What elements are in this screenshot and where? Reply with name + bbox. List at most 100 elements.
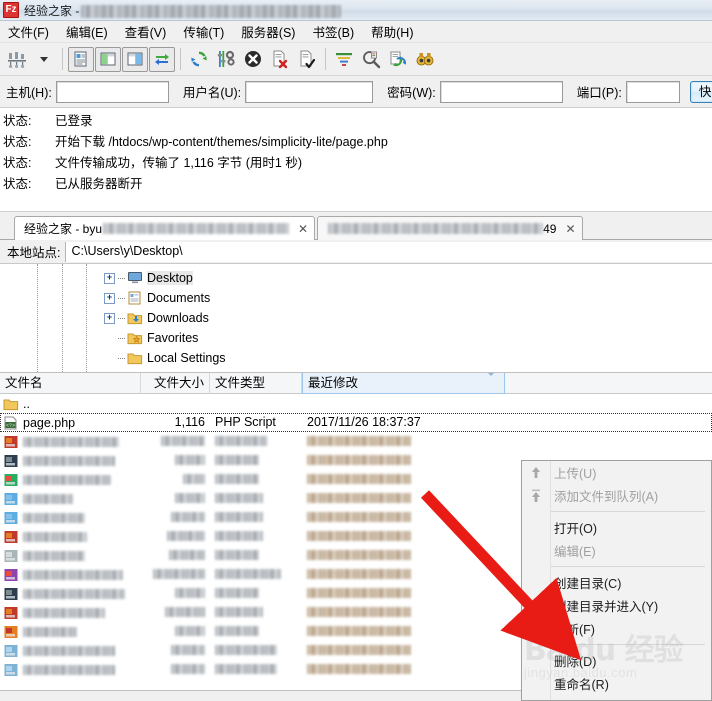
ctx-create-directory[interactable]: 创建目录(C) [522,571,711,594]
ctx-open[interactable]: 打开(O) [522,516,711,539]
username-input[interactable] [245,80,374,103]
filter-icon[interactable] [331,46,357,72]
tree-item-label: Documents [147,291,211,305]
file-name-masked [23,550,85,561]
host-input[interactable] [55,80,169,103]
directory-compare-icon[interactable] [358,46,384,72]
menu-transfer[interactable]: 传输(T) [183,22,224,41]
file-type [210,584,302,603]
file-size [141,622,210,641]
dropdown-caret-icon[interactable] [31,46,57,72]
ctx-create-and-enter[interactable]: 创建目录并进入(Y) [522,594,711,617]
quick-connect-button[interactable]: 快速连接(Q) [689,80,712,103]
ctx-edit[interactable]: 编辑(E) [522,539,711,562]
local-directory-tree[interactable]: + Desktop + Documents + Downloads Favori… [0,264,712,373]
file-name: page.php [23,415,76,430]
tree-item-desktop[interactable]: + Desktop [0,268,712,288]
toggle-remote-tree-icon[interactable] [122,46,148,72]
table-row[interactable] [0,432,712,451]
file-size [141,565,210,584]
ctx-rename[interactable]: 重命名(R) [522,672,711,695]
tab-site-2[interactable]: 49 ✕ [317,216,583,240]
file-modified-masked [307,645,411,655]
ctx-add-to-queue[interactable]: 添加文件到队列(A) [522,484,711,507]
menu-help[interactable]: 帮助(H) [371,22,413,41]
column-filetype[interactable]: 文件类型 [210,372,302,394]
local-site-path[interactable]: C:\Users\y\Desktop\ [65,241,712,262]
file-size [141,470,210,489]
tab-close-icon[interactable]: ✕ [565,223,575,235]
tree-connector [118,317,125,319]
file-type-masked [215,436,267,446]
transfer-settings-icon[interactable] [213,46,239,72]
context-menu[interactable]: 上传(U) 添加文件到队列(A) 打开(O) 编辑(E) 创建目录(C) 创建目… [521,460,712,701]
ctx-refresh-label: 刷新(F) [554,623,595,637]
column-lastmodified-label: 最近修改 [308,375,359,390]
context-menu-separator [530,511,705,512]
file-type [210,451,302,470]
column-lastmodified[interactable]: 最近修改 [302,372,505,394]
file-type [210,546,302,565]
menu-file[interactable]: 文件(F) [8,22,49,41]
column-filesize[interactable]: 文件大小 [141,372,210,394]
table-row[interactable]: <?> page.php 1,116 PHP Script 2017/11/26… [0,413,712,432]
site-manager-icon[interactable] [4,46,30,72]
tree-item-downloads[interactable]: + Downloads [0,308,712,328]
tree-connector [118,297,125,299]
zip-file-icon [4,568,18,581]
toggle-transfer-queue-icon[interactable] [149,46,175,72]
menu-bookmarks[interactable]: 书签(B) [312,22,354,41]
file-name-masked [23,569,123,580]
menu-view[interactable]: 查看(V) [125,22,167,41]
file-type-masked [215,493,263,503]
port-label: 端口(P): [576,86,622,100]
cancel-icon[interactable] [240,46,266,72]
file-modified: 2017/11/26 18:37:37 [307,415,421,429]
expand-plus-icon[interactable]: + [104,272,115,284]
tab-close-icon[interactable]: ✕ [298,223,308,235]
log-status-label: 状态: [3,156,32,170]
ctx-delete[interactable]: 删除(D) [522,649,711,672]
file-size [141,527,210,546]
file-name-cell [0,508,141,527]
title-bar: Fz 经验之家 - [0,0,712,21]
file-modified-masked [307,455,411,465]
sync-browsing-icon[interactable] [385,46,411,72]
ctx-refresh[interactable]: 刷新(F) [522,617,711,640]
shortcut-icon [4,454,18,467]
file-type-masked [215,474,259,484]
toolbar-separator [62,48,63,70]
reconnect-icon[interactable] [294,46,320,72]
disconnect-icon[interactable] [267,46,293,72]
file-list-header: 文件名 文件大小 文件类型 最近修改 [0,372,712,394]
ctx-create-directory-label: 创建目录(C) [554,577,622,591]
file-size [141,584,210,603]
file-name-cell [0,603,141,622]
file-name-cell [0,470,141,489]
table-row-parent[interactable]: .. [0,394,712,413]
toggle-message-log-icon[interactable] [68,46,94,72]
port-input[interactable] [625,80,680,103]
file-type [210,641,302,660]
refresh-icon[interactable] [186,46,212,72]
file-modified [302,508,505,527]
password-input[interactable] [439,80,563,103]
tree-item-local-settings[interactable]: + Local Settings [0,348,712,368]
find-files-icon[interactable] [412,46,438,72]
toggle-local-tree-icon[interactable] [95,46,121,72]
file-type-masked [215,512,263,522]
expand-plus-icon[interactable]: + [104,292,115,304]
ctx-upload[interactable]: 上传(U) [522,461,711,484]
jpg-file-icon [4,511,18,524]
tree-item-documents[interactable]: + Documents [0,288,712,308]
context-menu-separator [530,566,705,567]
menu-edit[interactable]: 编辑(E) [66,22,108,41]
file-type-masked [215,531,263,541]
menu-server[interactable]: 服务器(S) [241,22,295,41]
expand-plus-icon[interactable]: + [104,312,115,324]
file-modified-masked [307,626,411,636]
tree-connector [118,357,125,359]
tab-site-1[interactable]: 经验之家 - byu ✕ [14,216,316,240]
column-filename[interactable]: 文件名 [0,372,141,394]
tree-item-favorites[interactable]: + Favorites [0,328,712,348]
